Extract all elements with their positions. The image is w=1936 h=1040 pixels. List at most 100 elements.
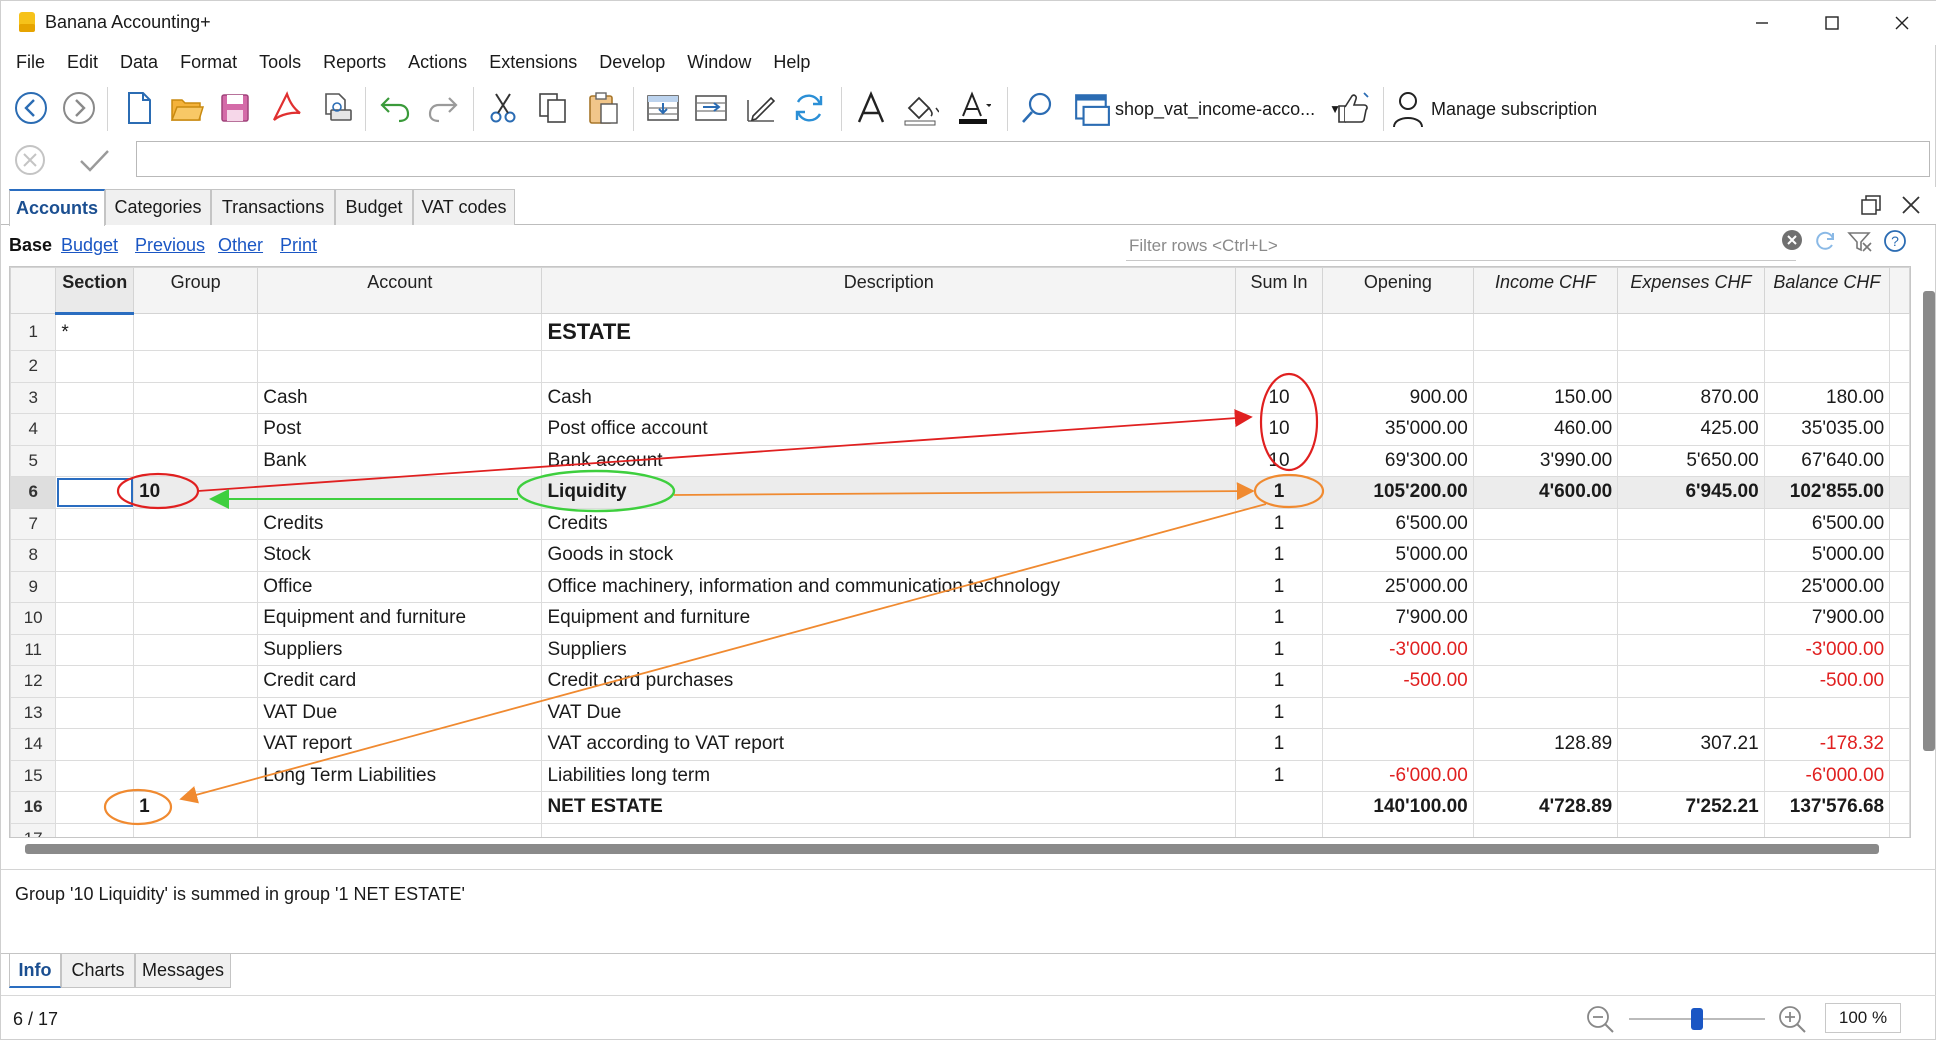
cell-expenses[interactable]: 7'252.21 xyxy=(1617,791,1765,824)
cell-sum-in[interactable]: 10 xyxy=(1235,444,1323,477)
cell-opening[interactable]: 140'100.00 xyxy=(1321,791,1474,824)
recalculate-button[interactable] xyxy=(787,85,831,131)
cell-group[interactable]: 1 xyxy=(133,791,259,824)
cell-account[interactable]: Suppliers xyxy=(257,633,543,666)
table-row[interactable]: 7 Credits Credits 1 6'500.00 6'500.00 xyxy=(10,507,1910,540)
cell-account[interactable]: Post xyxy=(257,413,543,446)
cell-description[interactable]: Liquidity xyxy=(541,476,1237,509)
row-number[interactable]: 5 xyxy=(10,444,57,477)
cell-sum-in[interactable]: 1 xyxy=(1235,476,1323,509)
zoom-in-icon[interactable] xyxy=(1777,1004,1807,1034)
horizontal-scrollbar[interactable] xyxy=(25,844,1879,854)
cell-account[interactable]: Credits xyxy=(257,507,543,540)
cell-description[interactable]: Bank account xyxy=(541,444,1237,477)
cell-expenses[interactable]: 870.00 xyxy=(1617,381,1765,414)
cell-expenses[interactable]: 425.00 xyxy=(1617,413,1765,446)
cell-group[interactable] xyxy=(133,759,259,792)
cell-expenses[interactable] xyxy=(1617,350,1765,383)
move-row-button[interactable] xyxy=(689,85,733,131)
cell-group[interactable] xyxy=(133,633,259,666)
cell-group[interactable] xyxy=(133,696,259,729)
cell-sum-in[interactable]: 1 xyxy=(1235,633,1323,666)
cell-expenses[interactable]: 5'650.00 xyxy=(1617,444,1765,477)
row-number[interactable]: 7 xyxy=(10,507,57,540)
cell-opening[interactable]: 105'200.00 xyxy=(1321,476,1474,509)
vertical-scrollbar[interactable] xyxy=(1923,291,1935,751)
cell-account[interactable]: Cash xyxy=(257,381,543,414)
cell-account[interactable] xyxy=(257,822,543,837)
cell-sum-in[interactable]: 1 xyxy=(1235,728,1323,761)
column-header-sum-in[interactable]: Sum In xyxy=(1235,267,1323,314)
cell-section[interactable] xyxy=(55,476,135,509)
tab-info[interactable]: Info xyxy=(9,954,61,988)
like-button[interactable] xyxy=(1331,85,1375,131)
tab-messages[interactable]: Messages xyxy=(135,954,231,988)
cell-balance[interactable]: -3'000.00 xyxy=(1763,633,1891,666)
cell-sum-in[interactable]: 1 xyxy=(1235,696,1323,729)
row-number[interactable]: 15 xyxy=(10,759,57,792)
cell-account[interactable]: VAT Due xyxy=(257,696,543,729)
row-number[interactable]: 12 xyxy=(10,665,57,698)
cell-account[interactable]: Long Term Liabilities xyxy=(257,759,543,792)
cell-opening[interactable] xyxy=(1321,313,1474,351)
tab-charts[interactable]: Charts xyxy=(61,954,135,988)
cell-opening[interactable]: 5'000.00 xyxy=(1321,539,1474,572)
cell-account[interactable]: Stock xyxy=(257,539,543,572)
cell-income[interactable]: 4'728.89 xyxy=(1472,791,1619,824)
cell-balance[interactable]: 25'000.00 xyxy=(1763,570,1891,603)
cell-sum-in[interactable] xyxy=(1235,313,1323,351)
cell-account[interactable] xyxy=(257,476,543,509)
edit-cell-button[interactable] xyxy=(739,85,783,131)
cell-description[interactable]: Office machinery, information and commun… xyxy=(541,570,1237,603)
cell-income[interactable]: 150.00 xyxy=(1472,381,1619,414)
cell-description[interactable]: Goods in stock xyxy=(541,539,1237,572)
cell-balance[interactable] xyxy=(1763,350,1891,383)
view-print[interactable]: Print xyxy=(280,235,317,256)
cell-opening[interactable] xyxy=(1321,822,1474,837)
tab-budget[interactable]: Budget xyxy=(335,189,413,225)
cell-income[interactable] xyxy=(1472,313,1619,351)
cell-section[interactable] xyxy=(55,570,135,603)
cell-section[interactable] xyxy=(55,696,135,729)
cell-opening[interactable]: 25'000.00 xyxy=(1321,570,1474,603)
cell-opening[interactable] xyxy=(1321,728,1474,761)
column-header-income[interactable]: Income CHF xyxy=(1472,267,1619,314)
cell-income[interactable] xyxy=(1472,822,1619,837)
cell-expenses[interactable] xyxy=(1617,696,1765,729)
row-number[interactable]: 13 xyxy=(10,696,57,729)
cell-group[interactable] xyxy=(133,381,259,414)
cell-income[interactable] xyxy=(1472,633,1619,666)
cell-expenses[interactable]: 6'945.00 xyxy=(1617,476,1765,509)
table-row[interactable]: 8 Stock Goods in stock 1 5'000.00 5'000.00 xyxy=(10,539,1910,572)
cell-group[interactable] xyxy=(133,822,259,837)
minimize-button[interactable] xyxy=(1727,1,1797,45)
table-row[interactable]: 3 Cash Cash 10 900.00 150.00 870.00 180.00 xyxy=(10,381,1910,414)
row-number[interactable]: 8 xyxy=(10,539,57,572)
cell-balance[interactable]: 137'576.68 xyxy=(1763,791,1891,824)
row-number[interactable]: 17 xyxy=(10,822,57,837)
cell-opening[interactable] xyxy=(1321,696,1474,729)
cell-section[interactable] xyxy=(55,413,135,446)
cell-balance[interactable]: -6'000.00 xyxy=(1763,759,1891,792)
cell-account[interactable] xyxy=(257,313,543,351)
row-number[interactable]: 3 xyxy=(10,381,57,414)
cell-balance[interactable] xyxy=(1763,313,1891,351)
row-number[interactable]: 14 xyxy=(10,728,57,761)
table-row[interactable]: 5 Bank Bank account 10 69'300.00 3'990.00 5'65… xyxy=(10,444,1910,477)
cancel-edit-icon[interactable] xyxy=(13,143,47,177)
cell-opening[interactable]: 35'000.00 xyxy=(1321,413,1474,446)
cell-description[interactable]: Post office account xyxy=(541,413,1237,446)
column-header-description[interactable]: Description xyxy=(541,267,1237,314)
back-button[interactable] xyxy=(9,85,53,131)
view-other[interactable]: Other xyxy=(218,235,263,256)
menu-reports[interactable]: Reports xyxy=(314,52,399,73)
cell-section[interactable] xyxy=(55,665,135,698)
cell-group[interactable] xyxy=(133,313,259,351)
cell-sum-in[interactable]: 1 xyxy=(1235,759,1323,792)
cell-income[interactable] xyxy=(1472,759,1619,792)
column-header-opening[interactable]: Opening xyxy=(1321,267,1474,314)
view-previous[interactable]: Previous xyxy=(135,235,205,256)
forward-button[interactable] xyxy=(57,85,101,131)
menu-tools[interactable]: Tools xyxy=(250,52,314,73)
cell-opening[interactable] xyxy=(1321,350,1474,383)
